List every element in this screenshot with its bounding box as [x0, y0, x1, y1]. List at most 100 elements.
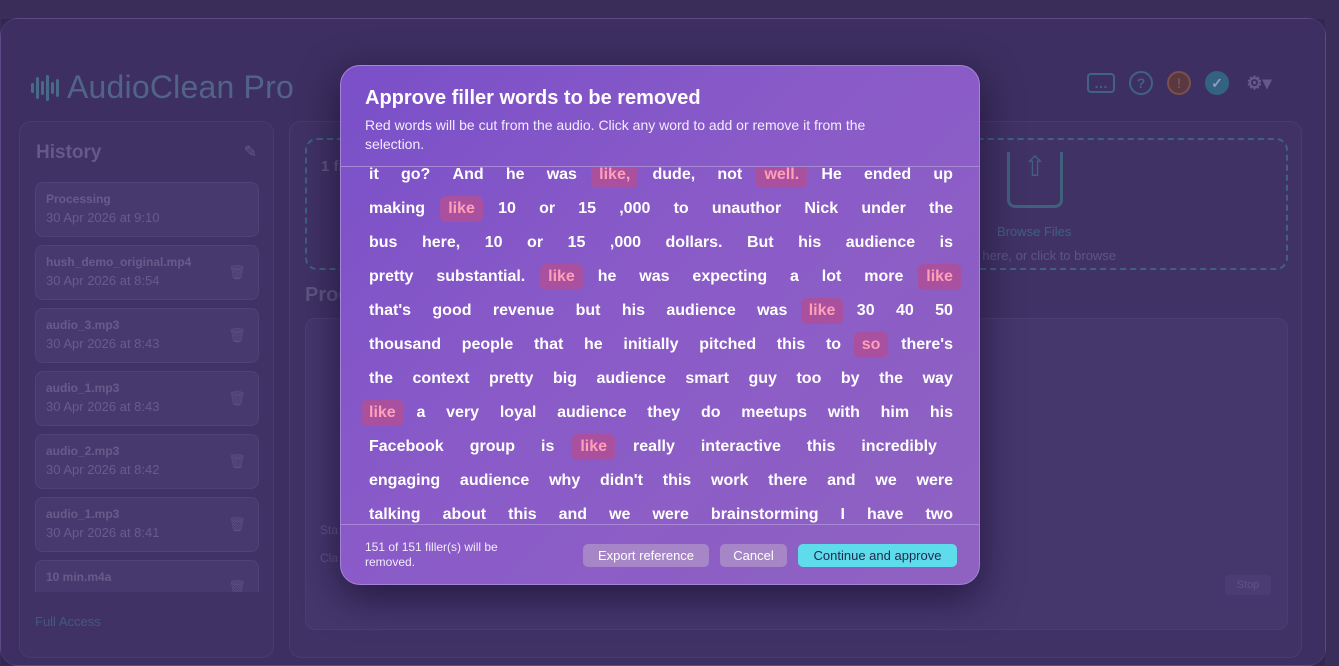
transcript-word[interactable]: 50 [927, 298, 961, 324]
transcript-word[interactable]: smart [677, 366, 737, 392]
transcript-word[interactable]: that's [361, 298, 419, 324]
transcript-word[interactable]: two [917, 502, 961, 524]
transcript-word[interactable]: ,000 [602, 230, 649, 256]
transcript-word[interactable]: or [531, 196, 563, 222]
transcript-word[interactable]: Nick [796, 196, 846, 222]
transcript-word[interactable]: context [405, 366, 478, 392]
transcript-word[interactable]: his [922, 400, 961, 426]
filler-word[interactable]: like [800, 298, 844, 324]
transcript-word[interactable]: engaging [361, 468, 448, 494]
transcript-word[interactable]: audience [549, 400, 634, 426]
transcript-word[interactable]: bus [361, 230, 405, 256]
transcript-word[interactable]: He [813, 167, 849, 188]
transcript-word[interactable]: 10 [477, 230, 511, 256]
transcript-word[interactable]: big [545, 366, 585, 392]
transcript-word[interactable]: incredibly [853, 434, 945, 460]
transcript-word[interactable]: under [853, 196, 913, 222]
transcript-word[interactable]: that [526, 332, 571, 358]
transcript-word[interactable]: the [921, 196, 961, 222]
transcript-word[interactable]: have [859, 502, 911, 524]
transcript-word[interactable]: we [601, 502, 638, 524]
transcript-word[interactable]: there's [893, 332, 961, 358]
filler-word[interactable]: like [918, 264, 961, 290]
transcript-word[interactable]: he [498, 167, 533, 188]
transcript-word[interactable]: the [361, 366, 401, 392]
transcript-word[interactable]: work [703, 468, 756, 494]
transcript-word[interactable]: talking [361, 502, 429, 524]
transcript-word[interactable]: brainstorming [703, 502, 827, 524]
transcript-word[interactable]: really [625, 434, 683, 460]
transcript-word[interactable]: revenue [485, 298, 562, 324]
transcript-word[interactable]: he [590, 264, 625, 290]
transcript-word[interactable]: there [760, 468, 815, 494]
transcript-word[interactable]: his [790, 230, 829, 256]
filler-word[interactable]: like [440, 196, 483, 222]
export-reference-button[interactable]: Export reference [583, 544, 709, 567]
transcript-word[interactable]: audience [588, 366, 673, 392]
transcript-word[interactable]: about [435, 502, 495, 524]
transcript-word[interactable]: and [819, 468, 863, 494]
filler-word[interactable]: like [540, 264, 583, 290]
transcript-word[interactable]: we [867, 468, 904, 494]
transcript-word[interactable]: substantial. [428, 264, 533, 290]
transcript-word[interactable]: by [833, 366, 868, 392]
transcript-word[interactable]: ,000 [611, 196, 658, 222]
transcript-word[interactable]: dollars. [658, 230, 731, 256]
transcript-word[interactable]: Facebook [361, 434, 452, 460]
transcript-word[interactable]: audience [838, 230, 923, 256]
transcript-word[interactable]: meetups [733, 400, 815, 426]
transcript-word[interactable]: audience [452, 468, 537, 494]
transcript-word[interactable]: I [833, 502, 853, 524]
transcript-word[interactable]: here, [414, 230, 468, 256]
transcript-word[interactable]: But [739, 230, 782, 256]
transcript-word[interactable]: interactive [693, 434, 789, 460]
transcript-word[interactable]: this [799, 434, 843, 460]
filler-word[interactable]: well. [756, 167, 808, 188]
transcript-word[interactable]: was [749, 298, 795, 324]
transcript-word[interactable]: 40 [888, 298, 922, 324]
transcript-word[interactable]: why [541, 468, 588, 494]
transcript-word[interactable]: were [909, 468, 961, 494]
transcript-word[interactable]: good [424, 298, 479, 324]
transcript-word[interactable]: his [614, 298, 653, 324]
transcript-word[interactable]: a [782, 264, 807, 290]
transcript-word[interactable]: not [709, 167, 750, 188]
transcript-word[interactable]: didn't [592, 468, 651, 494]
transcript-word[interactable]: to [818, 332, 849, 358]
transcript-word[interactable]: or [519, 230, 551, 256]
transcript-word[interactable]: they [639, 400, 688, 426]
transcript-word[interactable]: more [856, 264, 911, 290]
transcript-word[interactable]: he [576, 332, 611, 358]
transcript-word[interactable]: people [454, 332, 522, 358]
transcript-word[interactable]: 30 [849, 298, 883, 324]
filler-word[interactable]: so [853, 332, 889, 358]
transcript-word[interactable]: is [932, 230, 961, 256]
transcript-word[interactable]: lot [814, 264, 850, 290]
transcript-word[interactable]: is [533, 434, 562, 460]
transcript-word[interactable]: do [693, 400, 729, 426]
transcript-word[interactable]: And [445, 167, 492, 188]
transcript-word[interactable]: initially [615, 332, 686, 358]
transcript-word[interactable]: audience [658, 298, 743, 324]
transcript-word[interactable]: was [539, 167, 585, 188]
transcript-word[interactable]: this [769, 332, 813, 358]
transcript-word[interactable]: expecting [684, 264, 775, 290]
transcript-word[interactable]: unauthor [704, 196, 789, 222]
transcript-word[interactable]: way [915, 366, 961, 392]
transcript-word[interactable]: too [788, 366, 829, 392]
filler-word[interactable]: like [361, 400, 404, 426]
filler-word[interactable]: like, [591, 167, 639, 188]
transcript-word[interactable]: this [500, 502, 544, 524]
transcript-word[interactable]: dude, [645, 167, 704, 188]
transcript-word[interactable]: go? [393, 167, 438, 188]
transcript-word[interactable]: it [361, 167, 387, 188]
transcript-word[interactable]: pretty [481, 366, 541, 392]
transcript-word[interactable]: ended [856, 167, 919, 188]
cancel-button[interactable]: Cancel [720, 544, 787, 567]
transcript-word-list[interactable]: it go? And he was like, dude, not well. He ended up… [361, 167, 961, 524]
continue-approve-button[interactable]: Continue and approve [798, 544, 957, 567]
transcript-word[interactable]: pitched [691, 332, 764, 358]
transcript-word[interactable]: 15 [560, 230, 594, 256]
transcript-word[interactable]: up [925, 167, 961, 188]
transcript-word[interactable]: very [438, 400, 487, 426]
